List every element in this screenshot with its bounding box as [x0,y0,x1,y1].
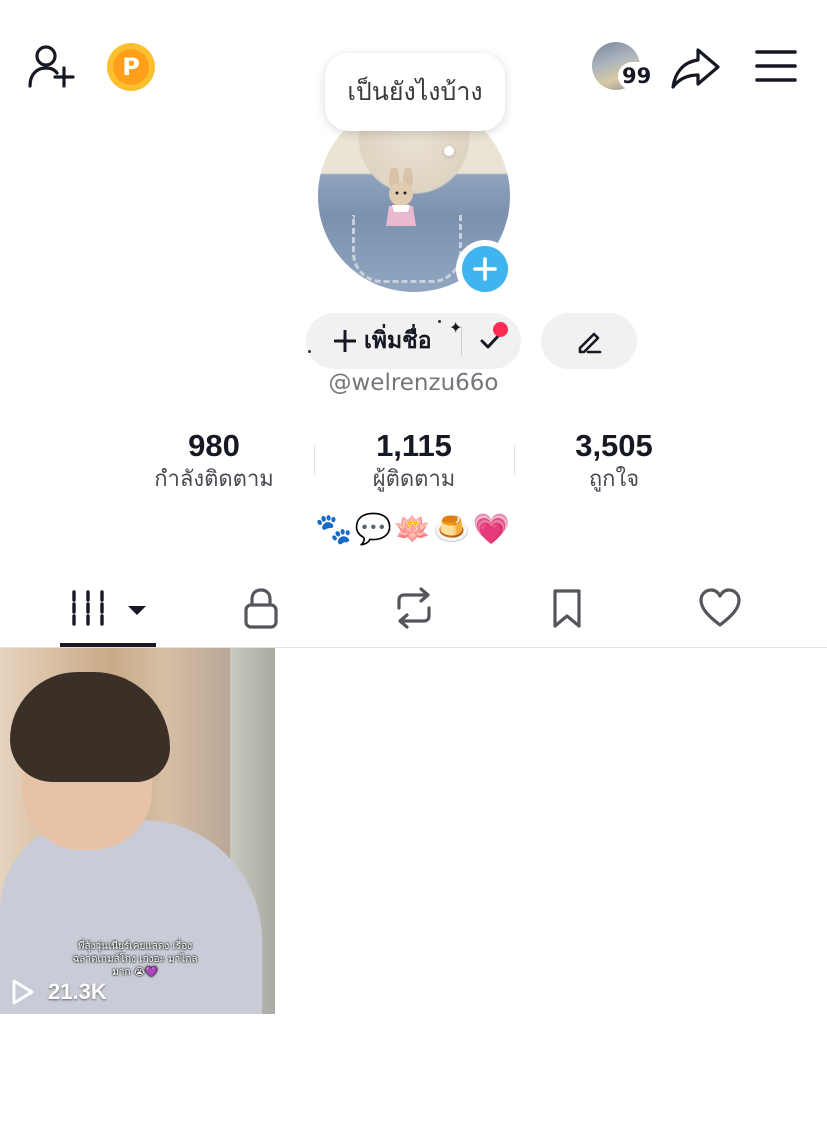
bunny-toy-icon [386,168,416,226]
video-caption: พี่สุ้งวุ่นเนียร์เคยแสดง เรื่อง ฉลาดเกมส… [72,941,198,978]
tab-favorites[interactable] [517,582,617,634]
following-count: 980 [188,428,240,463]
plus-icon [473,257,497,281]
tab-private[interactable] [211,582,311,634]
sparkle-speck [308,350,311,353]
username-handle: @welrenzu66o [328,370,499,396]
repost-icon [397,587,431,629]
following-label: กำลังติดตาม [154,467,274,492]
tab-reposts[interactable] [364,582,464,634]
edit-profile-button[interactable] [541,313,637,369]
video-view-count: 21.3K [48,979,107,1004]
status-bubble-tail [444,146,454,156]
sparkle-speck [438,320,441,323]
hamburger-icon [755,50,797,82]
sparkle-icon: ✦ [449,318,463,337]
coins-button[interactable]: P [107,43,155,91]
followers-label: ผู้ติดตาม [372,467,456,492]
add-user-icon [28,45,75,88]
plus-icon [334,330,356,352]
status-bubble[interactable]: เป็นยังไงบ้าง [325,53,505,131]
likes-count: 3,505 [575,428,653,463]
status-bubble-text: เป็นยังไงบ้าง [347,77,483,106]
play-icon [12,979,34,1005]
likes-stat[interactable]: 3,505 ถูกใจ [504,428,724,496]
followers-stat[interactable]: 1,115 ผู้ติดตาม [304,428,524,496]
notification-dot [493,322,508,337]
lock-icon [244,588,278,629]
add-story-button[interactable] [456,240,514,298]
notification-count-badge: 99 [618,62,656,90]
heart-icon [699,588,741,627]
share-profile-button[interactable] [670,46,722,90]
grid-icon [72,590,146,626]
add-name-label: เพิ่มชื่อ [364,328,432,354]
add-friend-button[interactable] [26,42,78,90]
tab-liked[interactable] [670,582,770,634]
coin-icon: P [113,49,149,85]
profile-bio: 🐾💬🪷🍮💗 [315,512,512,547]
tab-videos[interactable] [58,582,158,634]
followers-count: 1,115 [376,428,452,463]
menu-button[interactable] [754,48,798,84]
share-arrow-icon [671,48,720,89]
pencil-icon [578,332,602,354]
bookmark-icon [553,589,581,628]
likes-label: ถูกใจ [588,467,640,492]
following-stat[interactable]: 980 กำลังติดตาม [104,428,324,496]
